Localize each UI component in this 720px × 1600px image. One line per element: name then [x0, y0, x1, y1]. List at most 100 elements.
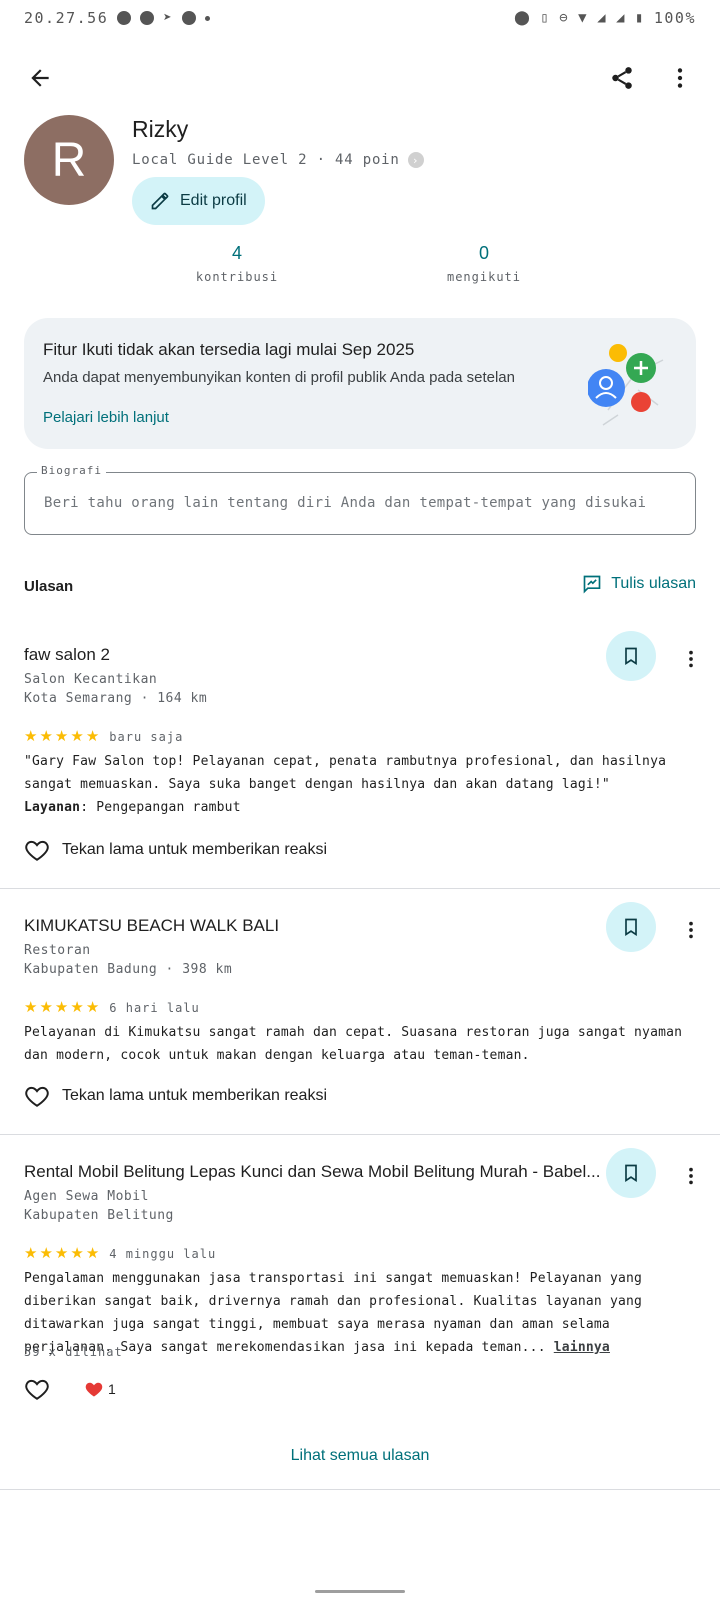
stat-label: kontribusi: [195, 270, 279, 284]
review-views: 59 x dilihat: [24, 1345, 123, 1359]
service-value: : Pengepangan rambut: [80, 800, 241, 815]
star-icon: ★: [54, 1245, 69, 1262]
back-button[interactable]: [18, 56, 62, 100]
more-vert-icon: [677, 68, 683, 88]
write-review-button[interactable]: Tulis ulasan: [582, 574, 696, 594]
battery-level: 100%: [653, 9, 696, 27]
star-icon: ★: [39, 1245, 53, 1262]
messenger-icon: [117, 11, 132, 25]
reviews-section-title: Ulasan: [24, 578, 74, 595]
wifi-icon: ▼: [578, 10, 589, 26]
stat-following[interactable]: 0 mengikuti: [404, 243, 564, 284]
chevron-right-icon: ›: [407, 152, 424, 168]
review-place-location: Kabupaten Badung · 398 km: [24, 962, 233, 977]
read-more-link[interactable]: lainnya: [554, 1340, 610, 1355]
review-more-button[interactable]: [675, 645, 707, 673]
review-rating: ★ ★ ★ ★ ★ baru saja: [24, 729, 183, 744]
review-time: 4 minggu lalu: [109, 1246, 217, 1261]
rate-review-icon: [583, 575, 601, 594]
follow-feature-notice-card: Fitur Ikuti tidak akan tersedia lagi mul…: [24, 318, 696, 449]
reaction-summary[interactable]: 1: [84, 1379, 116, 1399]
share-button[interactable]: [600, 56, 644, 100]
star-icon: ★: [54, 728, 69, 745]
divider: [0, 1134, 720, 1135]
more-vert-icon: [689, 1167, 693, 1185]
react-button[interactable]: Tekan lama untuk memberikan reaksi: [24, 1083, 327, 1109]
biography-placeholder: Beri tahu orang lain tentang diri Anda d…: [44, 495, 647, 511]
signal-2-icon: ◢: [616, 10, 626, 26]
star-icon: ★: [70, 728, 84, 745]
star-icon: ★: [39, 728, 53, 745]
learn-more-link[interactable]: Pelajari lebih lanjut: [43, 409, 169, 426]
review-place-category: Salon Kecantikan: [24, 672, 158, 687]
biography-field[interactable]: Biografi Beri tahu orang lain tentang di…: [24, 464, 696, 535]
star-icon: ★: [70, 999, 84, 1016]
write-review-label: Tulis ulasan: [611, 575, 696, 592]
save-place-button[interactable]: [606, 902, 656, 952]
review-more-button[interactable]: [675, 1162, 707, 1190]
stat-contributions[interactable]: 4 kontribusi: [157, 243, 317, 284]
top-app-bar: [0, 56, 720, 104]
bookmark-icon: [625, 1164, 637, 1183]
home-indicator[interactable]: [315, 1590, 405, 1593]
more-vert-icon: [689, 650, 693, 668]
arrow-left-icon: [31, 69, 49, 87]
dnd-icon: ⊖: [559, 10, 570, 26]
star-icon: ★: [39, 999, 53, 1016]
review-body: Pengalaman menggunakan jasa transportasi…: [24, 1271, 643, 1355]
status-bar: 20.27.56 ➤ ⬤ ▯ ⊖ ▼ ◢ ◢ ▮ 100%: [0, 0, 720, 36]
review-text: "Gary Faw Salon top! Pelayanan cepat, pe…: [24, 750, 696, 819]
star-icon: ★: [85, 999, 100, 1016]
overflow-menu-button[interactable]: [658, 56, 702, 100]
see-all-reviews-link[interactable]: Lihat semua ulasan: [0, 1447, 720, 1465]
signal-icon: ◢: [597, 10, 607, 26]
edit-profile-button[interactable]: Edit profil: [132, 177, 265, 225]
review-body: "Gary Faw Salon top! Pelayanan cepat, pe…: [24, 754, 667, 792]
heart-outline-icon: [25, 840, 49, 861]
heart-outline-icon[interactable]: [24, 1376, 50, 1402]
review-place-category: Agen Sewa Mobil: [24, 1189, 149, 1204]
react-button[interactable]: Tekan lama untuk memberikan reaksi: [24, 837, 327, 863]
save-place-button[interactable]: [606, 1148, 656, 1198]
star-icon: ★: [54, 999, 69, 1016]
clock: 20.27.56: [24, 9, 109, 27]
review-rating: ★ ★ ★ ★ ★ 6 hari lalu: [24, 1000, 200, 1015]
reaction-count: 1: [108, 1381, 116, 1397]
vibrate-icon: ▯: [540, 10, 551, 26]
heart-outline-icon: [25, 1086, 49, 1107]
review-rating: ★ ★ ★ ★ ★ 4 minggu lalu: [24, 1246, 216, 1261]
review-time: 6 hari lalu: [109, 1000, 200, 1015]
profile-name: Rizky: [132, 116, 189, 142]
reaction-row: 1: [24, 1376, 116, 1402]
avatar[interactable]: R: [24, 115, 114, 205]
follow-illustration-icon: [588, 344, 664, 426]
stat-value: 4: [231, 243, 242, 263]
react-label: Tekan lama untuk memberikan reaksi: [62, 841, 328, 858]
service-label: Layanan: [24, 800, 81, 815]
star-icon: ★: [70, 1245, 84, 1262]
review-place-location: Kota Semarang · 164 km: [24, 691, 208, 706]
stat-label: mengikuti: [446, 270, 522, 284]
star-icon: ★: [85, 1245, 100, 1262]
star-icon: ★: [24, 728, 38, 745]
review-place-name[interactable]: KIMUKATSU BEACH WALK BALI: [24, 916, 279, 936]
stat-value: 0: [478, 243, 489, 263]
review-place-category: Restoran: [24, 943, 91, 958]
star-icon: ★: [85, 728, 100, 745]
whatsapp-icon: [140, 11, 155, 25]
telegram-icon: ➤: [163, 10, 174, 26]
notice-title: Fitur Ikuti tidak akan tersedia lagi mul…: [43, 340, 415, 359]
local-guide-level[interactable]: Local Guide Level 2 · 44 poin ›: [132, 152, 424, 168]
review-place-name[interactable]: faw salon 2: [24, 645, 110, 665]
divider: [0, 888, 720, 889]
review-text: Pelayanan di Kimukatsu sangat ramah dan …: [24, 1025, 683, 1063]
review-more-button[interactable]: [675, 916, 707, 944]
save-place-button[interactable]: [606, 631, 656, 681]
level-text: Local Guide Level 2 · 44 poin: [132, 152, 400, 168]
notice-text: Anda dapat menyembunyikan konten di prof…: [43, 369, 515, 386]
compass-icon: [182, 11, 197, 25]
pencil-icon: [151, 192, 169, 210]
review-place-name[interactable]: Rental Mobil Belitung Lepas Kunci dan Se…: [24, 1162, 600, 1182]
biography-label: Biografi: [37, 464, 106, 477]
battery-icon: ▮: [634, 10, 645, 26]
